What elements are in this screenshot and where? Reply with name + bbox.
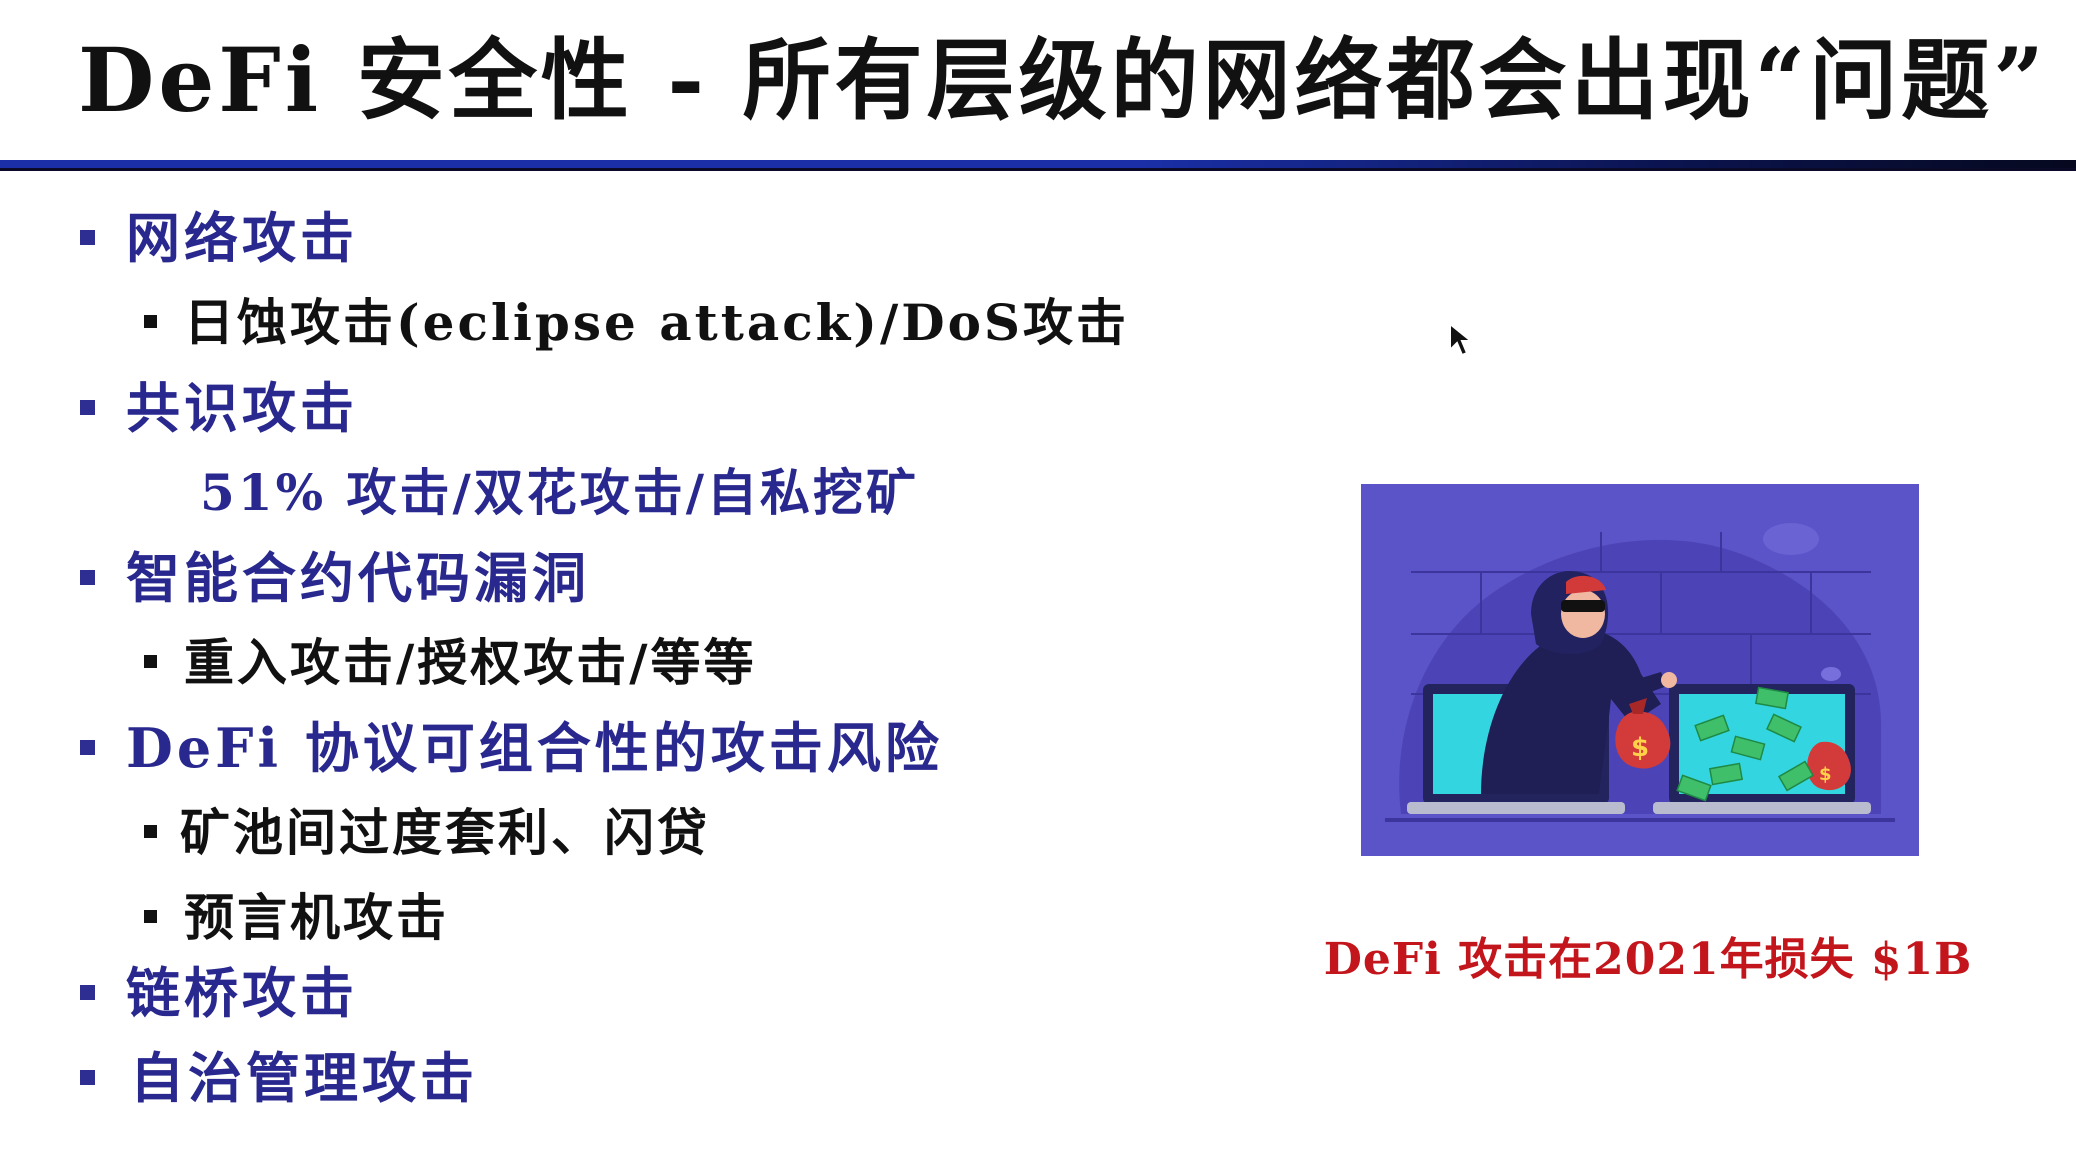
bullet-level1 [80,570,95,585]
section-governance-attack: 自治管理攻击 [130,1046,478,1110]
bullet-level2 [144,315,157,328]
bullet-level1 [80,1070,95,1085]
section-composability-risk: DeFi 协议可组合性的攻击风险 [126,716,943,780]
item-oracle-attack: 预言机攻击 [184,888,449,947]
bullet-level1 [80,985,95,1000]
bullet-level1 [80,400,95,415]
image-caption: DeFi 攻击在2021年损失 $1B [1323,934,1973,985]
slide-title: DeFi 安全性 - 所有层级的网络都会出现“问题” [78,28,2048,132]
bullet-level2 [144,825,157,838]
section-consensus-attack: 共识攻击 [126,376,358,440]
svg-text:$: $ [1819,764,1832,785]
svg-text:$: $ [1631,733,1649,763]
bullet-level2 [144,910,157,923]
bullet-level1 [80,740,95,755]
bullet-level1 [80,230,95,245]
item-51-double-spend-selfish: 51% 攻击/双花攻击/自私挖矿 [200,463,920,522]
section-smart-contract-bugs: 智能合约代码漏洞 [126,546,590,610]
item-reentrancy-approval: 重入攻击/授权攻击/等等 [184,633,757,692]
title-divider-shadow [0,168,2076,171]
section-bridge-attack: 链桥攻击 [126,961,358,1025]
section-network-attack: 网络攻击 [126,206,358,270]
title-divider [0,160,2076,168]
bullet-level2 [144,655,157,668]
hacker-illustration: $ $ [1361,484,1919,856]
item-arbitrage-flashloan: 矿池间过度套利、闪贷 [180,803,710,862]
item-eclipse-dos: 日蚀攻击(eclipse attack)/DoS攻击 [184,293,1130,352]
mouse-cursor-icon [1449,322,1474,357]
